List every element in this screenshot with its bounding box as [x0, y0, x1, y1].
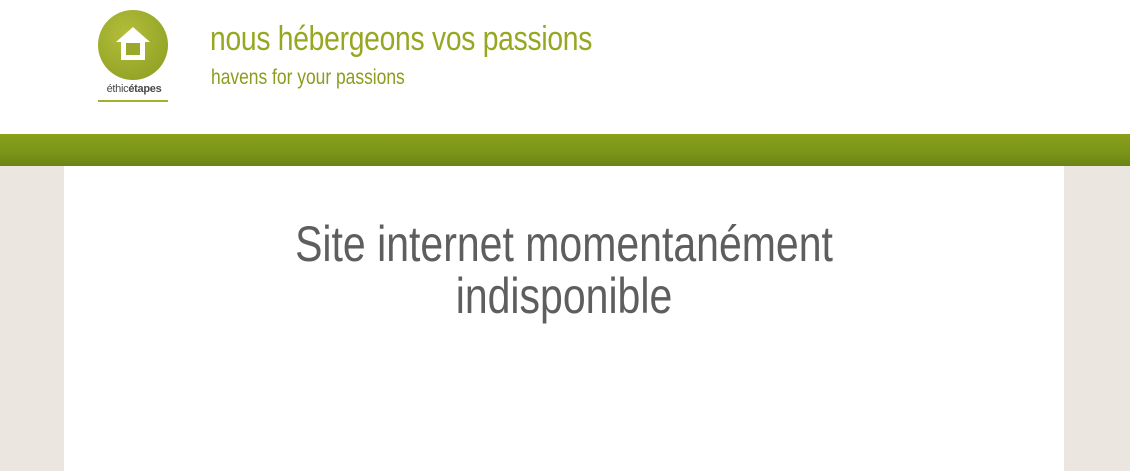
ethic-etapes-logo[interactable]: éthicétapes [96, 10, 172, 104]
logo-circle [98, 10, 168, 80]
unavailable-message: Site internet momentanément indisponible [64, 218, 1064, 322]
tagline-english: havens for your passions [211, 66, 405, 89]
message-line-1: Site internet momentanément [295, 216, 833, 272]
logo-wordmark: éthicétapes [96, 83, 172, 95]
site-header: éthicétapes nous hébergeons vos passions… [0, 0, 1130, 134]
message-line-2: indisponible [455, 268, 673, 324]
house-icon [116, 27, 150, 60]
green-banner-bar [0, 134, 1130, 166]
logo-text-bold: étapes [128, 83, 162, 95]
main-content: Site internet momentanément indisponible [64, 166, 1064, 471]
logo-underline [98, 100, 168, 102]
logo-text-light: éthic [106, 83, 129, 95]
tagline-french: nous hébergeons vos passions [210, 20, 593, 58]
